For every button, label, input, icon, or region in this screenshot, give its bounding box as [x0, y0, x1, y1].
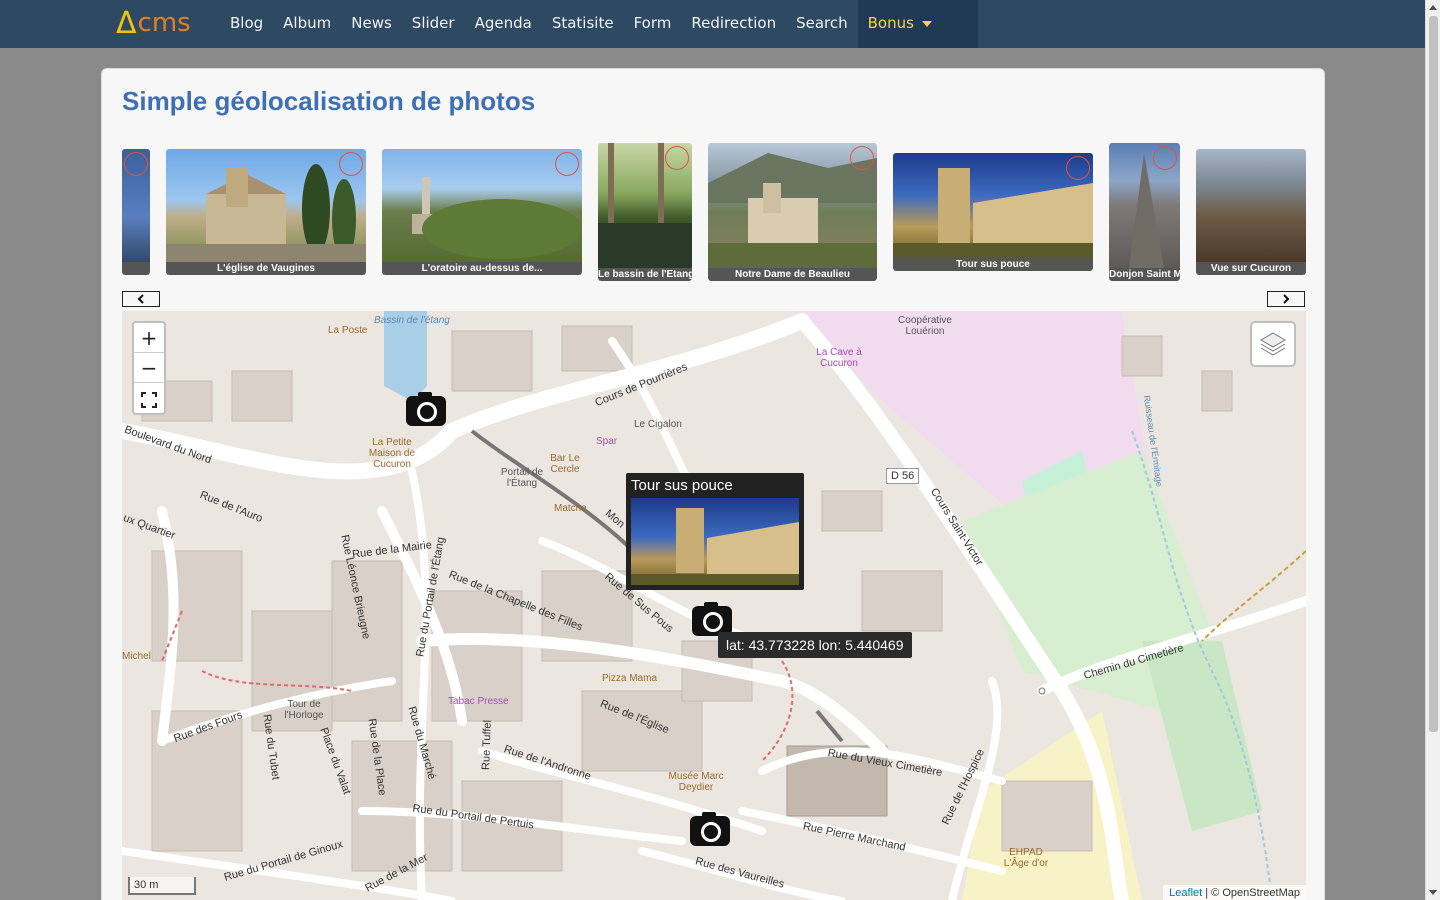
leaflet-link[interactable]: Leaflet: [1169, 887, 1202, 899]
select-circle-icon[interactable]: [555, 152, 579, 176]
nav-form[interactable]: Form: [624, 0, 682, 48]
fullscreen-button[interactable]: [134, 383, 164, 413]
photo-caption: Notre Dame de Beaulieu: [708, 268, 877, 281]
poi-label: Coopérative Louérion: [898, 315, 952, 337]
popup-title: Tour sus pouce: [631, 477, 733, 494]
page-scrollbar[interactable]: [1425, 0, 1440, 900]
photo-caption: Le bassin de l'Etang: [598, 268, 692, 281]
fullscreen-icon: [141, 391, 157, 408]
poi-label: Bassin de l'étang: [374, 315, 450, 326]
church-photo: [166, 164, 366, 262]
nav-bonus-dropdown[interactable]: Bonus: [857, 0, 978, 48]
scroll-up-icon[interactable]: [1429, 5, 1437, 10]
poi-label: Portail de l'Étang: [500, 467, 544, 489]
carousel-photo[interactable]: Tour sus pouce: [893, 153, 1093, 271]
poi-label: Pizza Mama: [602, 673, 658, 684]
poi-label: La Cave à Cucuron: [816, 347, 862, 369]
nav-news[interactable]: News: [341, 0, 402, 48]
select-circle-icon[interactable]: [665, 146, 689, 170]
poi-label: Le Cigalon: [634, 419, 682, 430]
photo-caption: L'église de Vaugines: [166, 262, 366, 275]
carousel-photo[interactable]: [122, 149, 150, 275]
zoom-in-button[interactable]: +: [134, 323, 164, 353]
select-circle-icon[interactable]: [1066, 156, 1090, 180]
select-circle-icon[interactable]: [124, 152, 148, 176]
nav-slider[interactable]: Slider: [402, 0, 465, 48]
photo-caption: Donjon Saint M: [1109, 268, 1180, 281]
select-circle-icon[interactable]: [850, 146, 874, 170]
photo-caption: Vue sur Cucuron: [1196, 262, 1306, 275]
nav-statisite[interactable]: Statisite: [542, 0, 624, 48]
nav-agenda[interactable]: Agenda: [465, 0, 542, 48]
poi-label: Bar Le Cercle: [550, 453, 580, 475]
oratory-photo: [412, 177, 582, 259]
zoom-control: + −: [132, 321, 166, 415]
tower-photo: [893, 168, 1093, 258]
photo-caption: L'oratoire au-dessus de...: [382, 262, 582, 275]
photo-carousel: L'église de Vaugines L'oratoire au-dessu…: [122, 141, 1306, 286]
carousel-photo[interactable]: L'église de Vaugines: [166, 149, 366, 275]
camera-marker-icon[interactable]: [690, 812, 730, 846]
page-title: Simple géolocalisation de photos: [122, 86, 536, 116]
nav-redirection[interactable]: Redirection: [681, 0, 786, 48]
coordinates-tooltip: lat: 43.773228 lon: 5.440469: [718, 632, 912, 658]
scroll-down-icon[interactable]: [1429, 890, 1437, 895]
carousel-photo[interactable]: Le bassin de l'Etang: [598, 143, 692, 281]
carousel-prev-button[interactable]: [122, 291, 160, 307]
content-panel: Simple géolocalisation de photos L'églis…: [101, 68, 1325, 900]
poi-label: Tabac Presse: [448, 696, 509, 707]
tower-photo: [631, 508, 799, 585]
map-scale: 30 m: [128, 877, 196, 895]
layers-icon: [1260, 332, 1286, 356]
logo-delta: Δ: [116, 5, 137, 41]
osm-attribution[interactable]: | © OpenStreetMap: [1205, 887, 1300, 899]
chevron-right-icon: [1283, 294, 1290, 304]
road-number-label: D 56: [886, 468, 920, 484]
photo-popup[interactable]: Tour sus pouce: [626, 473, 804, 590]
chevron-left-icon: [137, 294, 144, 304]
poi-label: Matcha: [554, 503, 587, 514]
map-attribution: Leaflet | © OpenStreetMap: [1163, 885, 1306, 900]
poi-label: La Poste: [328, 325, 368, 336]
nav-search[interactable]: Search: [786, 0, 858, 48]
nav-blog[interactable]: Blog: [220, 0, 273, 48]
select-circle-icon[interactable]: [1153, 146, 1177, 170]
poi-label: Spar: [596, 436, 618, 447]
carousel-next-button[interactable]: [1267, 291, 1305, 307]
poi-label: Michel: [122, 651, 151, 662]
select-circle-icon[interactable]: [339, 152, 363, 176]
caret-down-icon: [921, 20, 932, 27]
photo-caption: [122, 262, 150, 275]
main-nav: Blog Album News Slider Agenda Statisite …: [220, 0, 978, 48]
camera-marker-icon[interactable]: [406, 392, 446, 426]
carousel-photo[interactable]: Notre Dame de Beaulieu: [708, 143, 877, 281]
poi-label: EHPAD L'Âge d'or: [1003, 847, 1049, 869]
scrollbar-thumb[interactable]: [1429, 16, 1438, 732]
layers-button[interactable]: [1250, 321, 1296, 367]
nav-bonus-label: Bonus: [867, 14, 914, 32]
carousel-photo[interactable]: Donjon Saint M: [1109, 143, 1180, 281]
top-navbar: Δcms Blog Album News Slider Agenda Stati…: [0, 0, 1425, 48]
photo-map[interactable]: Boulevard du Nord Rue de l'Auro ux Quart…: [122, 311, 1306, 900]
carousel-photo[interactable]: L'oratoire au-dessus de...: [382, 149, 582, 275]
carousel-photo[interactable]: Vue sur Cucuron: [1196, 149, 1306, 275]
street-label: Rue Tuffel: [480, 719, 494, 771]
nav-album[interactable]: Album: [273, 0, 341, 48]
poi-label: Musée Marc Deydier: [668, 771, 724, 793]
site-logo[interactable]: Δcms: [116, 5, 191, 41]
poi-label: La Petite Maison de Cucuron: [368, 437, 416, 470]
popup-photo[interactable]: [631, 498, 799, 585]
zoom-out-button[interactable]: −: [134, 353, 164, 383]
poi-label: Tour de l'Horloge: [284, 699, 324, 721]
photo-caption: Tour sus pouce: [893, 258, 1093, 271]
logo-text: cms: [137, 8, 191, 38]
